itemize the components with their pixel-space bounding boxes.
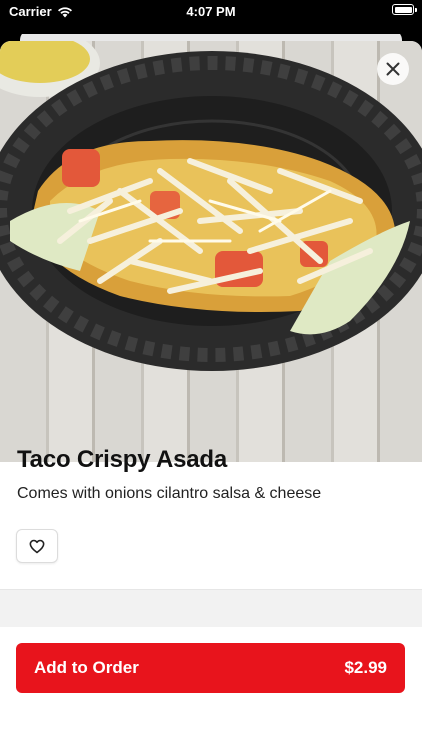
- item-title: Taco Crispy Asada: [17, 446, 228, 473]
- favorite-button[interactable]: [16, 529, 58, 563]
- item-photo: [0, 41, 422, 462]
- close-icon: [386, 62, 400, 76]
- status-bar: Carrier 4:07 PM: [0, 0, 422, 34]
- taco-photo-illustration: [0, 41, 422, 371]
- section-divider: [0, 589, 422, 629]
- add-to-order-button[interactable]: Add to Order $2.99: [16, 643, 405, 693]
- heart-icon: [29, 539, 45, 553]
- close-button[interactable]: [377, 53, 409, 85]
- add-to-order-label: Add to Order: [34, 658, 139, 677]
- status-time: 4:07 PM: [186, 4, 236, 19]
- price-label: $2.99: [344, 658, 387, 677]
- item-description: Comes with onions cilantro salsa & chees…: [17, 485, 322, 502]
- battery-icon: [392, 4, 417, 15]
